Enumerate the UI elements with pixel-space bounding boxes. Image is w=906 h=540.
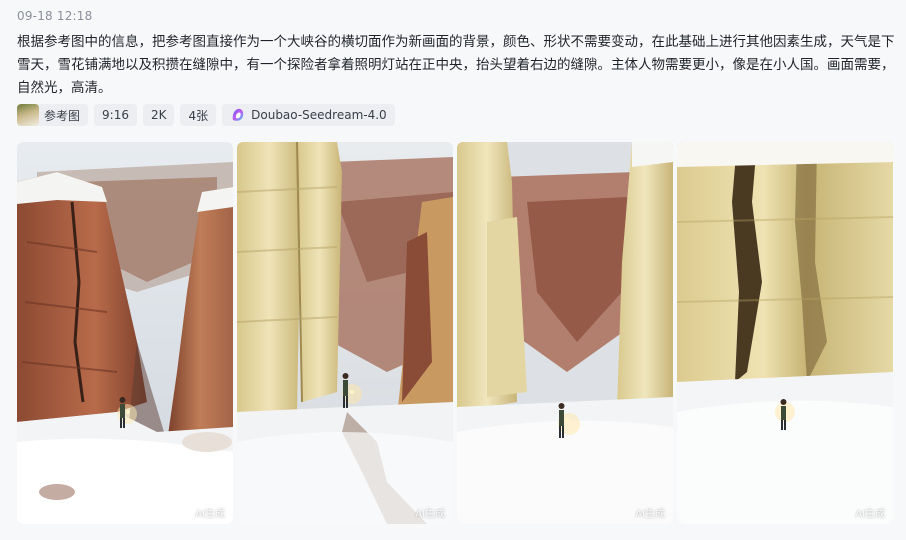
reference-image-chip[interactable]: 参考图 (17, 104, 89, 126)
image-gallery: AI生成 AI生成 AI生成 AI生成 (17, 142, 893, 524)
reference-thumbnail (17, 104, 39, 126)
ai-generated-badge: AI生成 (415, 509, 445, 520)
ai-generated-badge: AI生成 (195, 509, 225, 520)
timestamp: 09-18 12:18 (17, 9, 93, 23)
canyon-scene-2 (237, 142, 453, 524)
ai-generated-badge: AI生成 (855, 509, 885, 520)
ai-generated-badge: AI生成 (635, 509, 665, 520)
generated-image-4[interactable]: AI生成 (677, 142, 893, 524)
prompt-text: 根据参考图中的信息，把参考图直接作为一个大峡谷的横切面作为新画面的背景，颜色、形… (17, 34, 895, 96)
generated-image-2[interactable]: AI生成 (237, 142, 453, 524)
canyon-scene-1 (17, 142, 233, 524)
ratio-chip: 9:16 (94, 104, 137, 126)
generated-image-3[interactable]: AI生成 (457, 142, 673, 524)
canyon-scene-3 (457, 142, 673, 524)
generated-image-1[interactable]: AI生成 (17, 142, 233, 524)
model-name: Doubao-Seedream-4.0 (251, 108, 387, 122)
resolution-chip: 2K (142, 104, 175, 126)
reference-label: 参考图 (44, 108, 81, 123)
canyon-scene-4 (677, 142, 893, 524)
count-chip: 4张 (180, 104, 217, 126)
doubao-logo-icon (232, 108, 244, 121)
model-chip[interactable]: Doubao-Seedream-4.0 (222, 104, 395, 126)
generation-params: 参考图 9:16 2K 4张 Doubao-Seedream-4.0 (17, 104, 395, 126)
